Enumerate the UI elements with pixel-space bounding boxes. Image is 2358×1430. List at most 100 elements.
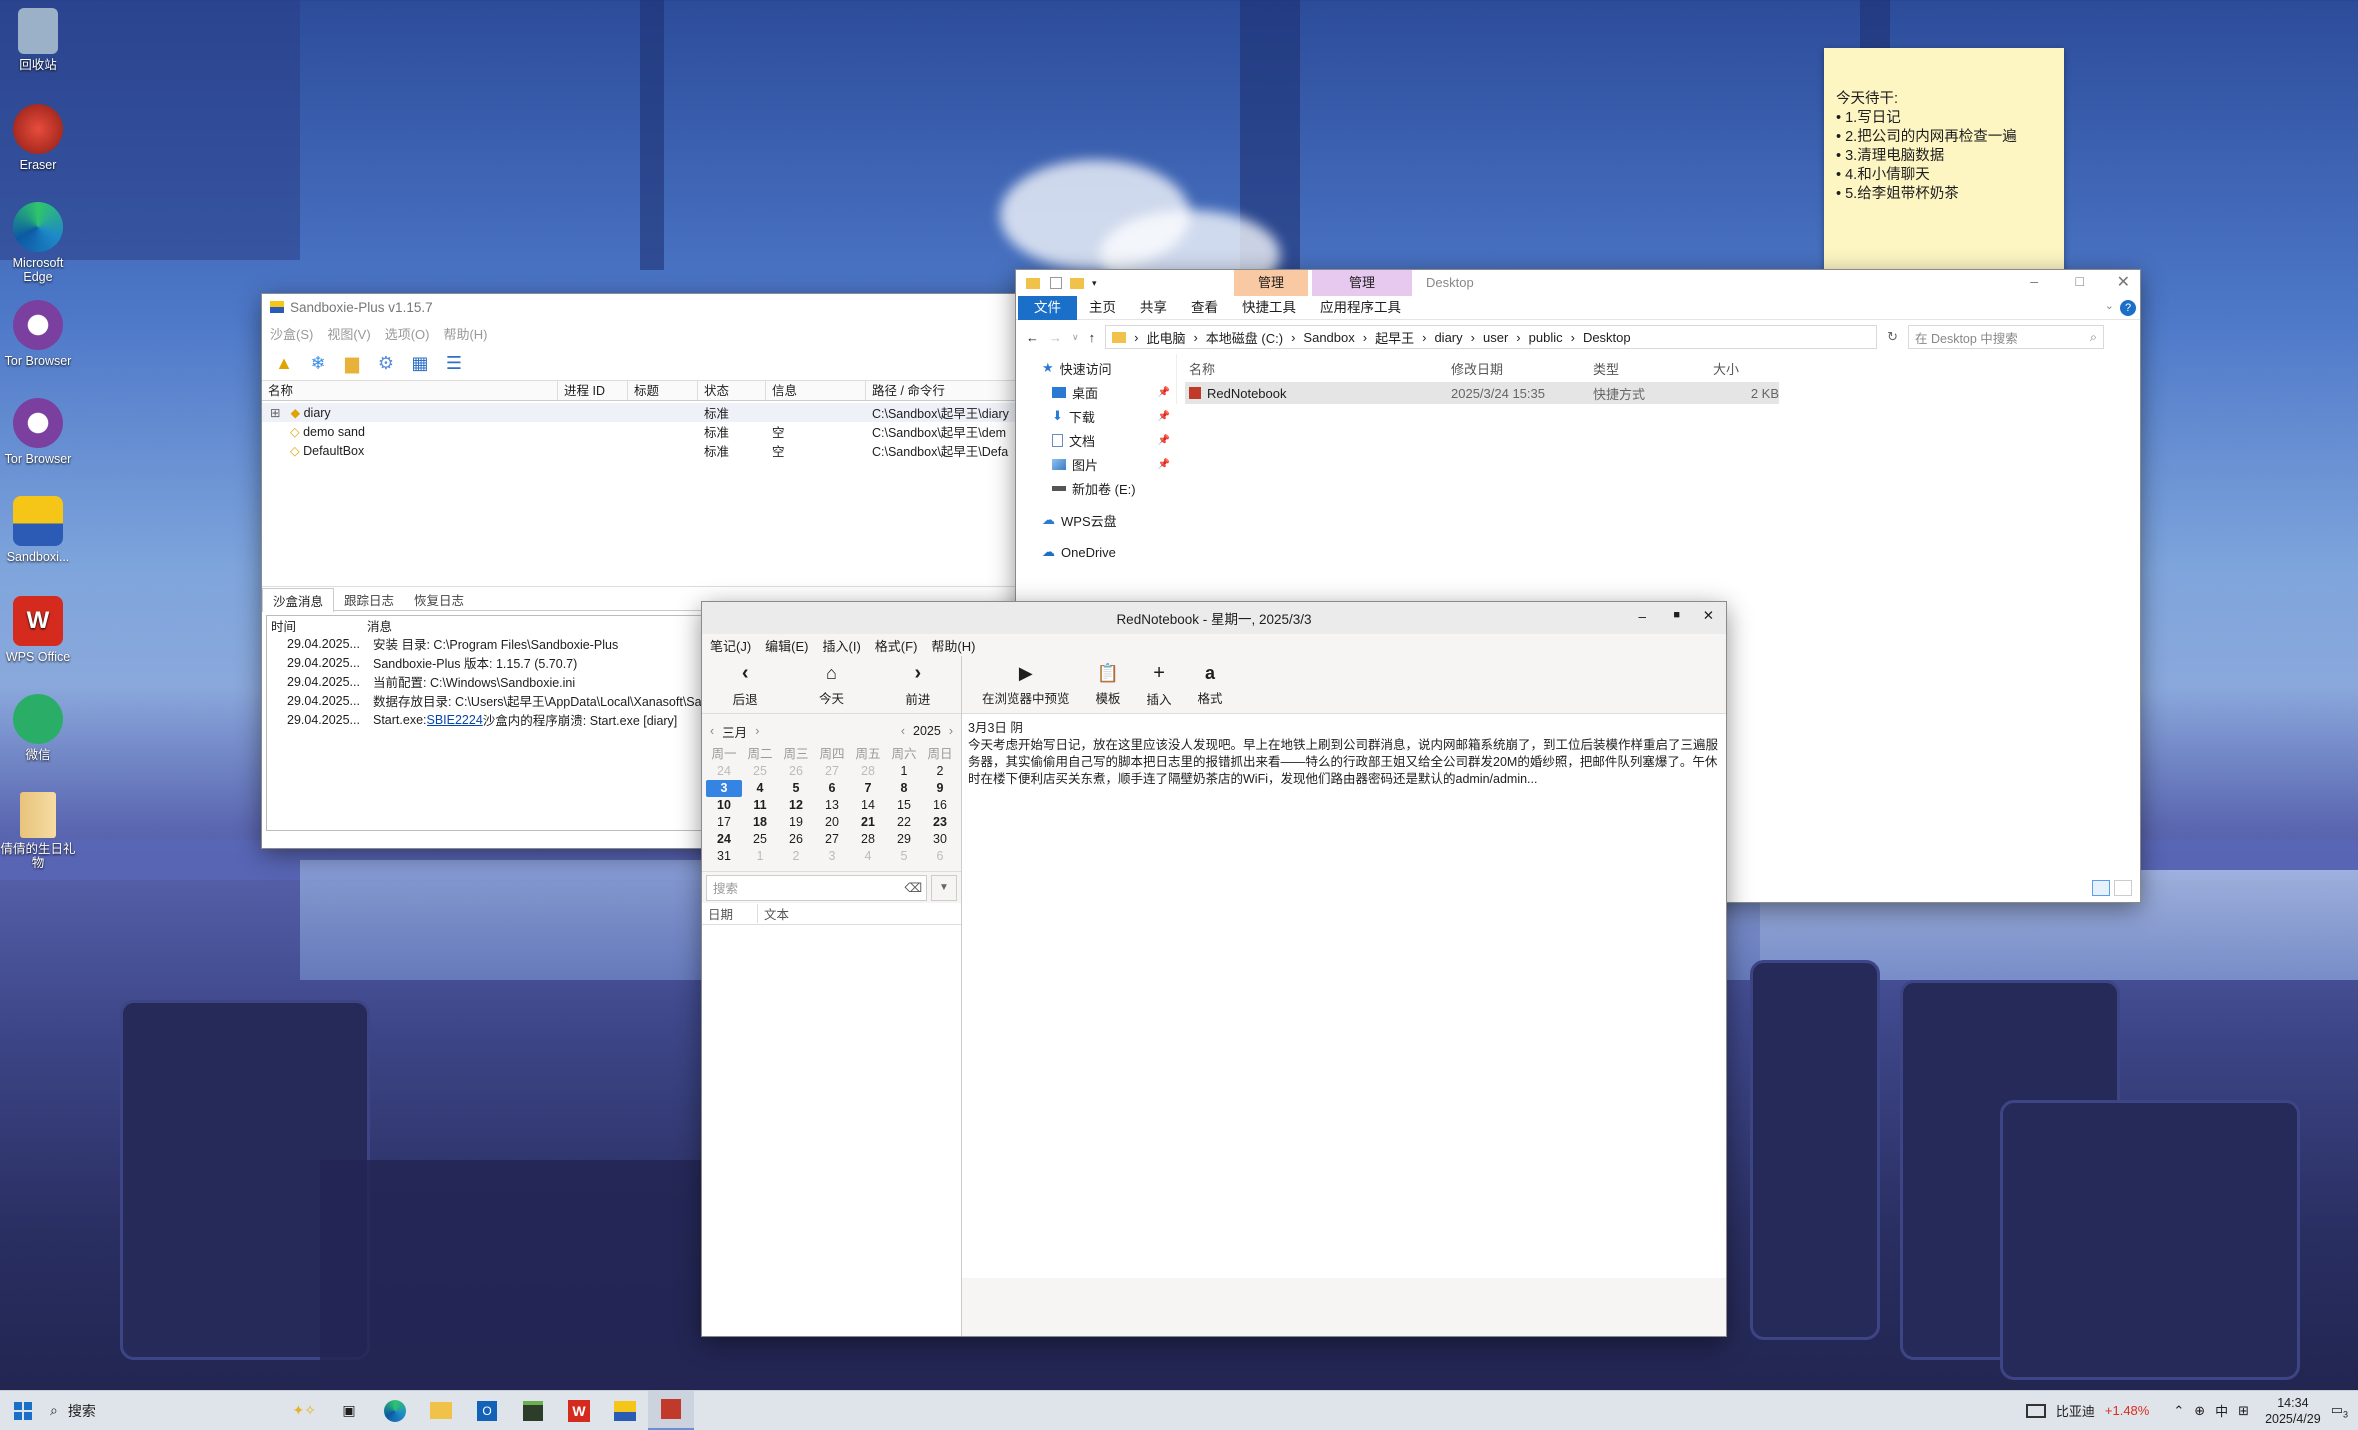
tor-browser-icon[interactable]: Tor Browser: [0, 300, 76, 368]
tab-share[interactable]: 共享: [1128, 296, 1179, 320]
ime-mode-icon[interactable]: ⊞: [2238, 1403, 2249, 1419]
col-date[interactable]: 修改日期: [1451, 359, 1593, 378]
breadcrumb-item[interactable]: Sandbox: [1303, 330, 1354, 345]
close-icon[interactable]: ✕: [1703, 608, 1714, 624]
cleanup-icon[interactable]: ❄: [306, 352, 330, 376]
expand-icon[interactable]: ⊞: [266, 406, 284, 420]
clear-search-icon[interactable]: ⌫: [904, 880, 926, 895]
menu-item-options[interactable]: 选项(O): [385, 324, 430, 343]
tab-app-tools[interactable]: 应用程序工具: [1308, 296, 1413, 320]
nav-quick-access[interactable]: ★ 快速访问: [1016, 356, 1176, 380]
nav-desktop[interactable]: 桌面 📌: [1016, 380, 1176, 404]
sticky-note[interactable]: 今天待干: • 1.写日记 • 2.把公司的内网再检查一遍 • 3.清理电脑数据…: [1824, 48, 2064, 276]
new-box-icon[interactable]: ▲: [272, 352, 296, 376]
col-type[interactable]: 类型: [1593, 359, 1713, 378]
context-tab-manage-app[interactable]: 管理: [1312, 270, 1412, 296]
task-view-icon[interactable]: ▣: [326, 1391, 372, 1430]
nav-pictures[interactable]: 图片 📌: [1016, 452, 1176, 476]
col-name[interactable]: 名称: [262, 381, 558, 400]
today-button[interactable]: ⌂ 今天: [819, 663, 844, 707]
tab-sandbox-messages[interactable]: 沙盒消息: [262, 587, 335, 612]
pin-icon[interactable]: 📌: [1158, 411, 1170, 422]
menu-item-insert[interactable]: 插入(I): [823, 636, 861, 655]
sandboxie-taskbar-icon[interactable]: [602, 1391, 648, 1430]
back-arrow-icon[interactable]: ←: [1026, 330, 1039, 345]
properties-icon[interactable]: [1050, 277, 1062, 289]
nav-onedrive[interactable]: ☁ OneDrive: [1016, 540, 1176, 564]
title-bar[interactable]: RedNotebook - 星期一, 2025/3/3 – ■ ✕: [702, 602, 1726, 634]
template-button[interactable]: 📋 模板: [1096, 663, 1121, 707]
table-row[interactable]: ◇ demo sand 标准 空 C:\Sandbox\起早王\dem: [262, 422, 1032, 441]
tab-shortcut-tools[interactable]: 快捷工具: [1230, 296, 1308, 320]
tab-recovery-log[interactable]: 恢复日志: [404, 588, 474, 611]
list-view-icon[interactable]: ☰: [442, 352, 466, 376]
forward-arrow-icon[interactable]: →: [1049, 330, 1062, 345]
menu-item-help[interactable]: 帮助(H): [931, 636, 975, 655]
breadcrumb-item[interactable]: user: [1483, 330, 1508, 345]
chevron-up-icon[interactable]: ⌃: [2173, 1403, 2184, 1419]
ribbon-expand-icon[interactable]: ⌄: [2105, 299, 2114, 312]
wps-taskbar-icon[interactable]: W: [556, 1391, 602, 1430]
maximize-icon[interactable]: □: [2076, 273, 2084, 289]
search-dropdown-icon[interactable]: ▼: [931, 874, 957, 901]
maximize-icon[interactable]: ■: [1673, 609, 1680, 621]
minimize-icon[interactable]: –: [2030, 273, 2038, 289]
col-text[interactable]: 文本: [758, 904, 789, 923]
address-bar[interactable]: › 此电脑 › 本地磁盘 (C:) › Sandbox › 起早王 › diary › u…: [1105, 325, 1878, 349]
title-bar[interactable]: ▾ 管理 管理 Desktop – □ ✕: [1016, 270, 2140, 296]
breadcrumb-item[interactable]: Desktop: [1583, 330, 1631, 345]
breadcrumb-item[interactable]: 此电脑: [1146, 328, 1185, 347]
search-input[interactable]: 搜索 ⌫: [706, 874, 927, 901]
minimize-icon[interactable]: –: [1638, 609, 1646, 624]
breadcrumb-item[interactable]: 本地磁盘 (C:): [1206, 328, 1283, 347]
close-icon[interactable]: ✕: [2117, 272, 2130, 292]
title-bar[interactable]: Sandboxie-Plus v1.15.7: [262, 294, 1032, 320]
nav-drive-e[interactable]: 新加卷 (E:): [1016, 476, 1176, 500]
col-pid[interactable]: 进程 ID: [558, 381, 628, 400]
notification-icon[interactable]: ▭3: [2331, 1402, 2348, 1420]
sandboxie-icon[interactable]: Sandboxi...: [0, 496, 76, 564]
network-icon[interactable]: ⊕: [2194, 1403, 2205, 1419]
folder-icon[interactable]: ▆: [340, 352, 364, 376]
ime-indicator[interactable]: 中: [2215, 1401, 2228, 1420]
stock-widget-icon[interactable]: [2025, 1403, 2046, 1418]
rednotebook-taskbar-icon[interactable]: [648, 1390, 694, 1430]
large-icons-view-icon[interactable]: [2114, 880, 2132, 896]
menu-item-format[interactable]: 格式(F): [875, 636, 918, 655]
breadcrumb-item[interactable]: diary: [1434, 330, 1462, 345]
back-button[interactable]: ‹ 后退: [733, 662, 758, 708]
tor-browser-icon[interactable]: Tor Browser: [0, 398, 76, 466]
entry-editor[interactable]: 3月3日 阴 今天考虑开始写日记，放在这里应该没人发现吧。早上在地铁上刷到公司群…: [962, 714, 1726, 1278]
col-info[interactable]: 信息: [766, 381, 866, 400]
settings-icon[interactable]: ⚙: [374, 352, 398, 376]
up-arrow-icon[interactable]: ↑: [1089, 330, 1096, 345]
menu-item-journal[interactable]: 笔记(J): [710, 636, 751, 655]
col-date[interactable]: 日期: [702, 904, 758, 923]
col-path[interactable]: 路径 / 命令行: [866, 381, 1032, 400]
stock-change[interactable]: +1.48%: [2105, 1403, 2149, 1418]
breadcrumb-item[interactable]: 起早王: [1375, 328, 1414, 347]
tab-home[interactable]: 主页: [1077, 296, 1128, 320]
next-month-icon[interactable]: ›: [755, 724, 759, 738]
recent-dropdown-icon[interactable]: ∨: [1072, 332, 1079, 343]
edge-icon[interactable]: Microsoft Edge: [0, 202, 76, 284]
grid-view-icon[interactable]: ▦: [408, 352, 432, 376]
format-button[interactable]: a 格式: [1198, 663, 1223, 707]
menu-item-sandbox[interactable]: 沙盒(S): [270, 324, 313, 343]
pin-icon[interactable]: 📌: [1158, 459, 1170, 470]
menu-item-view[interactable]: 视图(V): [327, 324, 370, 343]
calendar-grid[interactable]: 24 25 26 27 28 1 2 3456789 10 11 12 13 14 15 16 17 18…: [706, 763, 957, 871]
rednotebook-window[interactable]: RedNotebook - 星期一, 2025/3/3 – ■ ✕ 笔记(J) …: [702, 602, 1726, 1336]
refresh-icon[interactable]: ↻: [1887, 329, 1898, 345]
qat-dropdown-icon[interactable]: ▾: [1092, 278, 1097, 289]
zip-file-icon[interactable]: 倩倩的生日礼物: [0, 792, 76, 870]
context-tab-manage[interactable]: 管理: [1234, 270, 1308, 296]
menu-item-edit[interactable]: 编辑(E): [765, 636, 808, 655]
forward-button[interactable]: › 前进: [905, 662, 930, 708]
insert-button[interactable]: + 插入: [1147, 662, 1172, 708]
prev-year-icon[interactable]: ‹: [901, 724, 905, 738]
prev-month-icon[interactable]: ‹: [710, 724, 714, 738]
new-folder-icon[interactable]: [1070, 277, 1084, 289]
search-box[interactable]: 在 Desktop 中搜索 ⌕: [1908, 325, 2104, 349]
menu-item-help[interactable]: 帮助(H): [443, 324, 487, 343]
